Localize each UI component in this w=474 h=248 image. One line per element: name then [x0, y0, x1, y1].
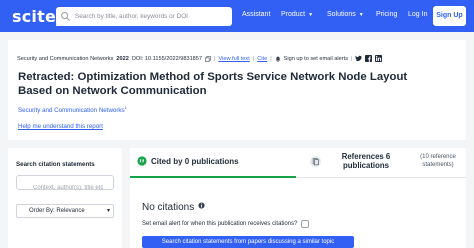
help-understand-report-link[interactable]: Help me understand this report [18, 123, 103, 130]
search-similar-topic-button[interactable]: Search citation statements from papers d… [142, 236, 354, 248]
separator: | [252, 55, 255, 62]
facebook-icon[interactable] [365, 55, 373, 62]
linkedin-icon[interactable] [375, 55, 383, 62]
sort-icon: ▾ [106, 208, 110, 214]
chevron-down-icon: ▼ [308, 12, 314, 18]
no-citations-label: No citations [142, 202, 195, 213]
nav-product[interactable]: Product ▼ [281, 11, 313, 18]
copy-icon[interactable] [205, 55, 211, 62]
cited-by-icon [137, 156, 147, 166]
search-input[interactable] [71, 13, 231, 20]
top-navigation-bar: scite_ Assistant Product▼ Solutions▼ Pri… [0, 0, 474, 32]
citations-main-panel: Cited by 0 publications References 6 pub… [130, 148, 466, 248]
separator: | [351, 55, 353, 62]
tab-references-label: References 6 publications [341, 152, 391, 170]
journal-name: Security and Communication Networks [17, 55, 114, 62]
citation-alert-row: Set email alert for when this publicatio… [142, 220, 310, 228]
order-by-label: Order By: Relevance [29, 208, 85, 214]
filter-panel-title: Search citation statements [16, 161, 95, 168]
paper-meta-row: Security and Communication Networks 2022… [17, 55, 383, 62]
author-superscript: 1 [124, 105, 127, 110]
citation-tabs: Cited by 0 publications References 6 pub… [130, 148, 466, 178]
signup-alerts-link[interactable]: Sign up to set email alerts [284, 56, 348, 62]
references-icon [310, 156, 321, 167]
no-citations-heading: No citations [142, 202, 205, 213]
alert-prompt: Set email alert for when this publicatio… [142, 221, 298, 227]
author-link-label: Security and Communication Networks [18, 107, 125, 115]
cite-link[interactable]: Cite [257, 56, 267, 62]
context-search-input[interactable] [17, 181, 113, 195]
signup-button[interactable]: Sign Up [433, 6, 466, 26]
login-link[interactable]: Log In [408, 11, 427, 18]
nav-product-label: Product [281, 11, 306, 18]
reference-statements-count: (10 reference statements) [420, 154, 456, 168]
alert-checkbox[interactable] [301, 220, 310, 228]
doi-text: DOI: 10.1155/2022/9831857 [131, 55, 203, 62]
paper-header-card: Security and Communication Networks 2022… [8, 40, 466, 140]
bell-icon[interactable] [275, 56, 281, 62]
tab-cited-by-label: Cited by 0 publications [151, 157, 239, 166]
info-icon[interactable] [198, 202, 205, 209]
tab-references[interactable]: References 6 publications (10 reference … [302, 148, 456, 178]
order-by-select[interactable]: Order By: Relevance ▾ [16, 204, 114, 218]
search-bar[interactable] [56, 7, 232, 26]
citation-filter-panel: Search citation statements Order By: Rel… [8, 148, 122, 248]
chevron-down-icon: ▼ [358, 12, 364, 18]
search-icon [61, 12, 71, 22]
author-link[interactable]: Security and Communication Networks1 [18, 105, 127, 114]
publication-year: 2022 [116, 55, 129, 62]
nav-pricing[interactable]: Pricing [376, 11, 397, 18]
nav-solutions-label: Solutions [327, 11, 356, 18]
separator: | [270, 55, 272, 62]
separator: | [214, 55, 216, 62]
tab-cited-by[interactable]: Cited by 0 publications [130, 148, 296, 178]
view-full-text-link[interactable]: View full text [218, 56, 249, 62]
paper-title: Retracted: Optimization Method of Sports… [18, 71, 408, 97]
context-search-field[interactable] [16, 175, 114, 195]
nav-solutions[interactable]: Solutions ▼ [327, 11, 364, 18]
twitter-icon[interactable] [355, 55, 363, 62]
nav-assistant[interactable]: Assistant [242, 11, 270, 18]
